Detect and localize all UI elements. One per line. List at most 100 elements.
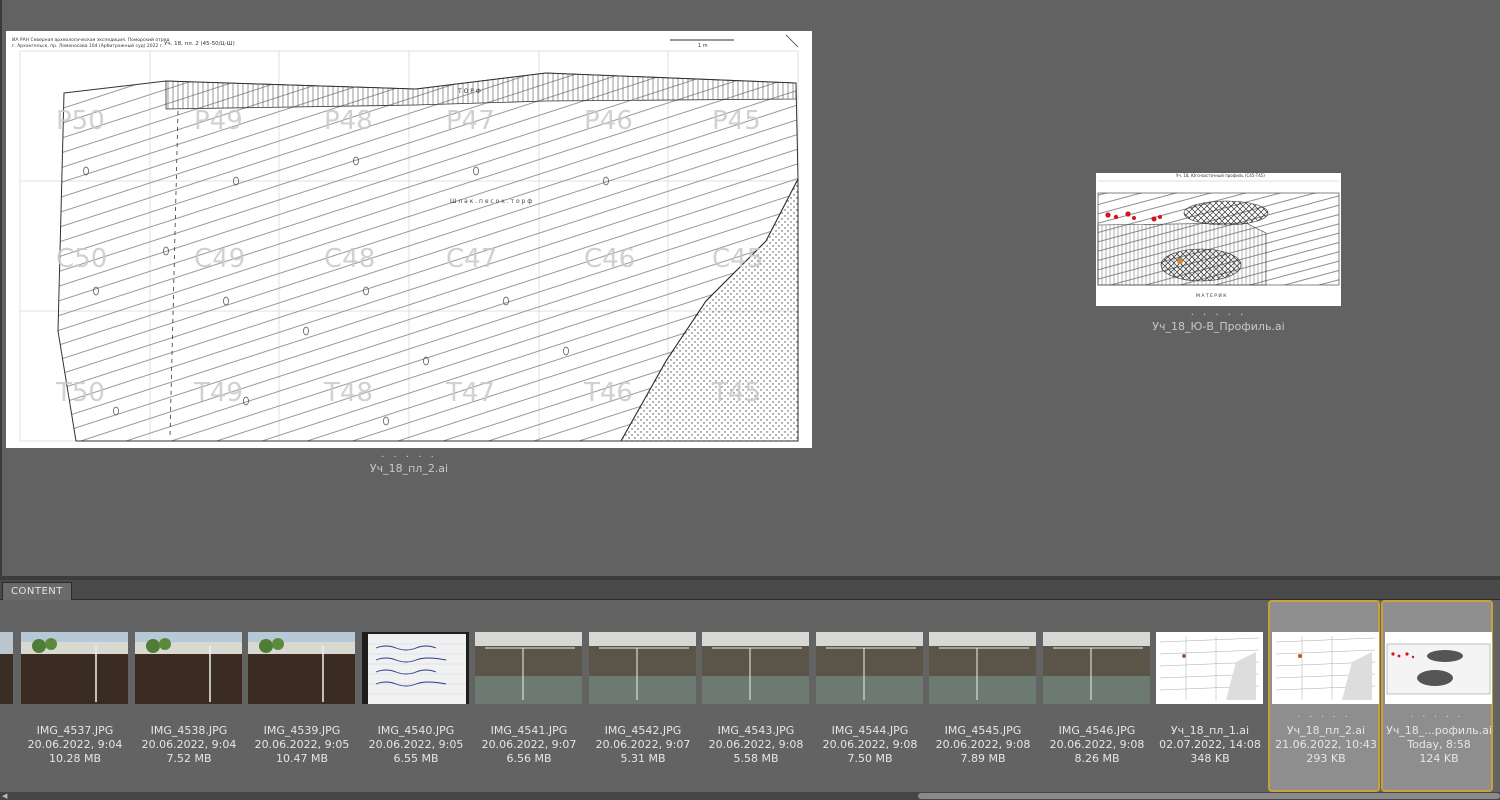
grid-label: T45 bbox=[711, 378, 761, 408]
grid-label: P48 bbox=[324, 106, 373, 136]
horizontal-scrollbar[interactable]: ◀ bbox=[0, 792, 1500, 800]
thumbnail-meta: Уч_18_пл_1.ai 02.07.2022, 14:08 348 KB bbox=[1154, 724, 1266, 766]
thumbnail-meta: IMG_4544.JPG 20.06.2022, 9:08 7.50 MB bbox=[814, 724, 926, 766]
thumbnail-item[interactable]: IMG_4538.JPG 20.06.2022, 9:04 7.52 MB bbox=[133, 600, 245, 792]
plan-drawing: ИА РАН Северная археологическая экспедиц… bbox=[6, 31, 812, 448]
grid-label: C46 bbox=[584, 244, 635, 274]
plan-layer-peat: Т О Р Ф bbox=[457, 88, 481, 95]
thumbnail-size: 6.56 MB bbox=[506, 752, 552, 765]
thumbnail-item[interactable]: IMG_4542.JPG 20.06.2022, 9:07 5.31 MB bbox=[587, 600, 699, 792]
thumbnail-size: 5.31 MB bbox=[620, 752, 666, 765]
thumbnail-filename: Уч_18_...рофиль.ai bbox=[1386, 724, 1492, 737]
thumbnail-item[interactable]: IMG_4539.JPG 20.06.2022, 9:05 10.47 MB bbox=[246, 600, 358, 792]
thumbnail-item[interactable]: IMG_4537.JPG 20.06.2022, 9:04 10.28 MB bbox=[19, 600, 131, 792]
thumbnail-size: 5.58 MB bbox=[733, 752, 779, 765]
thumbnail-image bbox=[362, 632, 469, 704]
thumbnail-date: 20.06.2022, 9:04 bbox=[141, 738, 237, 751]
thumbnail-date: 20.06.2022, 9:08 bbox=[935, 738, 1031, 751]
thumbnail-size: 10.47 MB bbox=[275, 752, 329, 765]
thumbnail-date: 20.06.2022, 9:07 bbox=[595, 738, 691, 751]
thumbnail-meta: IMG_4538.JPG 20.06.2022, 9:04 7.52 MB bbox=[133, 724, 245, 766]
thumbnail-date: 02.07.2022, 14:08 bbox=[1159, 738, 1261, 751]
preview-filename: Уч_18_Ю-В_Профиль.ai bbox=[1152, 320, 1285, 333]
thumbnail-filename: Уч_18_пл_2.ai bbox=[1286, 724, 1366, 737]
thumbnail-image bbox=[702, 632, 809, 704]
thumbnail-image bbox=[1272, 632, 1379, 704]
content-thumbnail-strip[interactable]: IMG_4537.JPG 20.06.2022, 9:04 10.28 MB IMG_… bbox=[0, 600, 1500, 792]
thumbnail-size: 7.50 MB bbox=[847, 752, 893, 765]
thumbnail-date: 21.06.2022, 10:43 bbox=[1275, 738, 1377, 751]
thumbnail-date: 20.06.2022, 9:08 bbox=[1049, 738, 1145, 751]
thumbnail-filename: IMG_4538.JPG bbox=[150, 724, 228, 737]
thumbnail-item[interactable]: Уч_18_пл_1.ai 02.07.2022, 14:08 348 KB bbox=[1154, 600, 1266, 792]
grid-label: C47 bbox=[446, 244, 497, 274]
tab-content[interactable]: CONTENT bbox=[2, 582, 72, 600]
grid-label: T48 bbox=[323, 378, 373, 408]
scrollbar-thumb[interactable] bbox=[918, 793, 1500, 799]
thumbnail-date: 20.06.2022, 9:04 bbox=[27, 738, 123, 751]
thumbnail-date: 20.06.2022, 9:07 bbox=[481, 738, 577, 751]
thumbnail-filename: IMG_4543.JPG bbox=[717, 724, 795, 737]
profile-layer: М А Т Е Р И К bbox=[1196, 293, 1227, 299]
thumbnail-image bbox=[1043, 632, 1150, 704]
thumbnail-size: 8.26 MB bbox=[1074, 752, 1120, 765]
thumbnail-item[interactable]: IMG_4544.JPG 20.06.2022, 9:08 7.50 MB bbox=[814, 600, 926, 792]
preview-filename: Уч_18_пл_2.ai bbox=[369, 462, 449, 475]
thumbnail-size: 6.55 MB bbox=[393, 752, 439, 765]
thumbnail-meta: IMG_4543.JPG 20.06.2022, 9:08 5.58 MB bbox=[700, 724, 812, 766]
thumbnail-image bbox=[475, 632, 582, 704]
grid-label: C45 bbox=[712, 244, 763, 274]
thumbnail-date: 20.06.2022, 9:08 bbox=[708, 738, 804, 751]
selection-dots: . . . . . bbox=[1297, 710, 1351, 720]
grid-label: P50 bbox=[56, 106, 105, 136]
grid-label: T46 bbox=[583, 378, 633, 408]
thumbnail-size: 7.52 MB bbox=[166, 752, 212, 765]
thumbnail-item[interactable]: IMG_4541.JPG 20.06.2022, 9:07 6.56 MB bbox=[473, 600, 585, 792]
thumbnail-size: 293 KB bbox=[1306, 752, 1346, 765]
thumbnail-size: 10.28 MB bbox=[48, 752, 102, 765]
content-panel-header: CONTENT bbox=[0, 580, 1500, 600]
preview-area[interactable]: ИА РАН Северная археологическая экспедиц… bbox=[0, 0, 1500, 576]
thumbnail-partial[interactable] bbox=[0, 600, 16, 792]
thumbnail-size: 124 KB bbox=[1419, 752, 1459, 765]
thumbnail-filename: IMG_4539.JPG bbox=[263, 724, 341, 737]
preview-item-profile[interactable]: Уч. 18, Юго-восточный профиль (С45-Т45) … bbox=[1096, 173, 1341, 333]
thumbnail-item[interactable]: . . . . . Уч_18_...рофиль.ai Today, 8:58 12… bbox=[1381, 600, 1493, 792]
grid-label: P46 bbox=[584, 106, 633, 136]
thumbnail-meta: IMG_4537.JPG 20.06.2022, 9:04 10.28 MB bbox=[19, 724, 131, 766]
thumbnail-filename: IMG_4541.JPG bbox=[490, 724, 568, 737]
plan-title: Уч. 18, пл. 2 (45-50/Ц-Ш) bbox=[164, 41, 235, 47]
thumbnail-filename: IMG_4540.JPG bbox=[377, 724, 455, 737]
thumbnail-item[interactable]: . . . . . Уч_18_пл_2.ai 21.06.2022, 10:43 2… bbox=[1268, 600, 1380, 792]
thumbnail-item[interactable]: IMG_4545.JPG 20.06.2022, 9:08 7.89 MB bbox=[927, 600, 1039, 792]
thumbnail-image bbox=[248, 632, 355, 704]
thumbnail-filename: IMG_4537.JPG bbox=[36, 724, 114, 737]
preview-dots: . . . . . bbox=[381, 449, 437, 460]
thumbnail-item[interactable]: IMG_4546.JPG 20.06.2022, 9:08 8.26 MB bbox=[1041, 600, 1153, 792]
thumbnail-size: 348 KB bbox=[1190, 752, 1230, 765]
grid-label: C48 bbox=[324, 244, 375, 274]
thumbnail-meta: Уч_18_пл_2.ai 21.06.2022, 10:43 293 KB bbox=[1270, 724, 1382, 766]
profile-svg: Уч. 18, Юго-восточный профиль (С45-Т45) … bbox=[1096, 173, 1341, 306]
thumbnail-image bbox=[0, 632, 13, 704]
selection-dots: . . . . . bbox=[1410, 710, 1464, 720]
thumbnail-meta: IMG_4542.JPG 20.06.2022, 9:07 5.31 MB bbox=[587, 724, 699, 766]
thumbnail-image bbox=[1156, 632, 1263, 704]
preview-dots: . . . . . bbox=[1190, 307, 1247, 318]
scroll-left-icon[interactable]: ◀ bbox=[2, 792, 7, 800]
thumbnail-meta: IMG_4541.JPG 20.06.2022, 9:07 6.56 MB bbox=[473, 724, 585, 766]
thumbnail-date: 20.06.2022, 9:05 bbox=[254, 738, 350, 751]
thumbnail-item[interactable]: IMG_4540.JPG 20.06.2022, 9:05 6.55 MB bbox=[360, 600, 472, 792]
thumbnail-filename: Уч_18_пл_1.ai bbox=[1170, 724, 1250, 737]
preview-item-plan[interactable]: ИА РАН Северная археологическая экспедиц… bbox=[6, 31, 812, 475]
plan-header-1: ИА РАН Северная археологическая экспедиц… bbox=[12, 36, 169, 43]
grid-label: T49 bbox=[193, 378, 243, 408]
thumbnail-item[interactable]: IMG_4543.JPG 20.06.2022, 9:08 5.58 MB bbox=[700, 600, 812, 792]
thumbnail-meta: Уч_18_...рофиль.ai Today, 8:58 124 KB bbox=[1383, 724, 1495, 766]
profile-drawing: Уч. 18, Юго-восточный профиль (С45-Т45) … bbox=[1096, 173, 1341, 306]
thumbnail-date: 20.06.2022, 9:08 bbox=[822, 738, 918, 751]
plan-svg: ИА РАН Северная археологическая экспедиц… bbox=[6, 31, 812, 448]
thumbnail-meta: IMG_4545.JPG 20.06.2022, 9:08 7.89 MB bbox=[927, 724, 1039, 766]
thumbnail-meta: IMG_4539.JPG 20.06.2022, 9:05 10.47 MB bbox=[246, 724, 358, 766]
thumbnail-image bbox=[929, 632, 1036, 704]
